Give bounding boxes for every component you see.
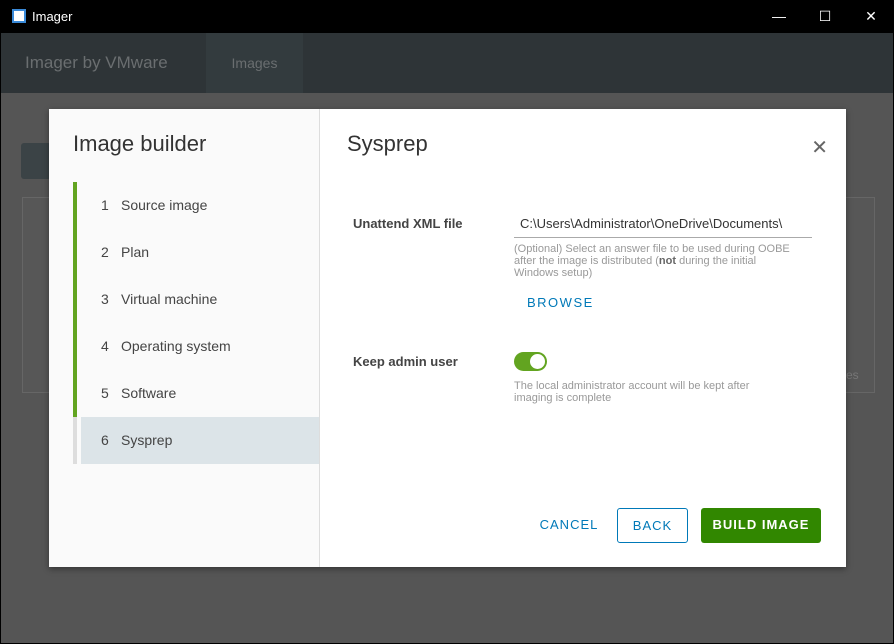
keep-admin-toggle[interactable] [514, 352, 547, 371]
minimize-button[interactable]: — [756, 0, 802, 33]
background-add-button [21, 143, 51, 179]
unattend-label: Unattend XML file [353, 216, 463, 231]
wizard-sidebar: Image builder 1 Source image 2 Plan 3 Virtu… [49, 109, 320, 567]
step-label: Source image [121, 197, 208, 213]
toggle-knob [530, 354, 545, 369]
image-builder-dialog: Image builder 1 Source image 2 Plan 3 Virtu… [49, 109, 846, 567]
maximize-button[interactable]: ☐ [802, 0, 848, 33]
step-number: 5 [101, 385, 109, 401]
step-label: Plan [121, 244, 150, 260]
step-label: Sysprep [121, 432, 173, 448]
step-plan[interactable]: 2 Plan [73, 229, 319, 276]
step-software[interactable]: 5 Software [73, 370, 319, 417]
step-number: 4 [101, 338, 109, 354]
unattend-help: (Optional) Select an answer file to be u… [514, 243, 799, 279]
tab-images[interactable]: Images [206, 33, 303, 93]
step-label: Operating system [121, 338, 231, 354]
background-text: es [846, 368, 859, 382]
keep-admin-label: Keep admin user [353, 354, 458, 369]
page-title: Sysprep [347, 131, 428, 156]
app-header: Imager by VMware Images [1, 33, 893, 93]
step-operating-system[interactable]: 4 Operating system [73, 323, 319, 370]
step-virtual-machine[interactable]: 3 Virtual machine [73, 276, 319, 323]
step-source-image[interactable]: 1 Source image [73, 182, 319, 229]
app-icon [12, 9, 26, 23]
keep-admin-help: The local administrator account will be … [514, 380, 750, 404]
brand: Imager by VMware [25, 53, 168, 72]
sidebar-title: Image builder [73, 131, 207, 156]
step-label: Virtual machine [121, 291, 218, 307]
help-bold: not [658, 255, 677, 267]
step-sysprep[interactable]: 6 Sysprep [73, 417, 319, 464]
close-window-button[interactable]: ✕ [848, 0, 894, 33]
step-number: 2 [101, 244, 109, 260]
window-title: Imager [32, 9, 73, 24]
step-label: Software [121, 385, 177, 401]
wizard-content: Sysprep ✕ Unattend XML file C:\Users\Adm… [321, 109, 846, 567]
close-icon[interactable]: ✕ [811, 135, 828, 160]
step-number: 3 [101, 291, 109, 307]
step-number: 6 [101, 432, 109, 448]
cancel-button[interactable]: CANCEL [529, 508, 609, 543]
step-number: 1 [101, 197, 109, 213]
browse-button[interactable]: BROWSE [527, 295, 594, 310]
build-image-button[interactable]: BUILD IMAGE [701, 508, 821, 543]
step-list: 1 Source image 2 Plan 3 Virtual machine 4 Op… [73, 182, 319, 464]
title-bar: Imager — ☐ ✕ [0, 0, 894, 33]
back-button[interactable]: BACK [617, 508, 688, 543]
unattend-xml-input[interactable]: C:\Users\Administrator\OneDrive\Document… [514, 212, 812, 238]
